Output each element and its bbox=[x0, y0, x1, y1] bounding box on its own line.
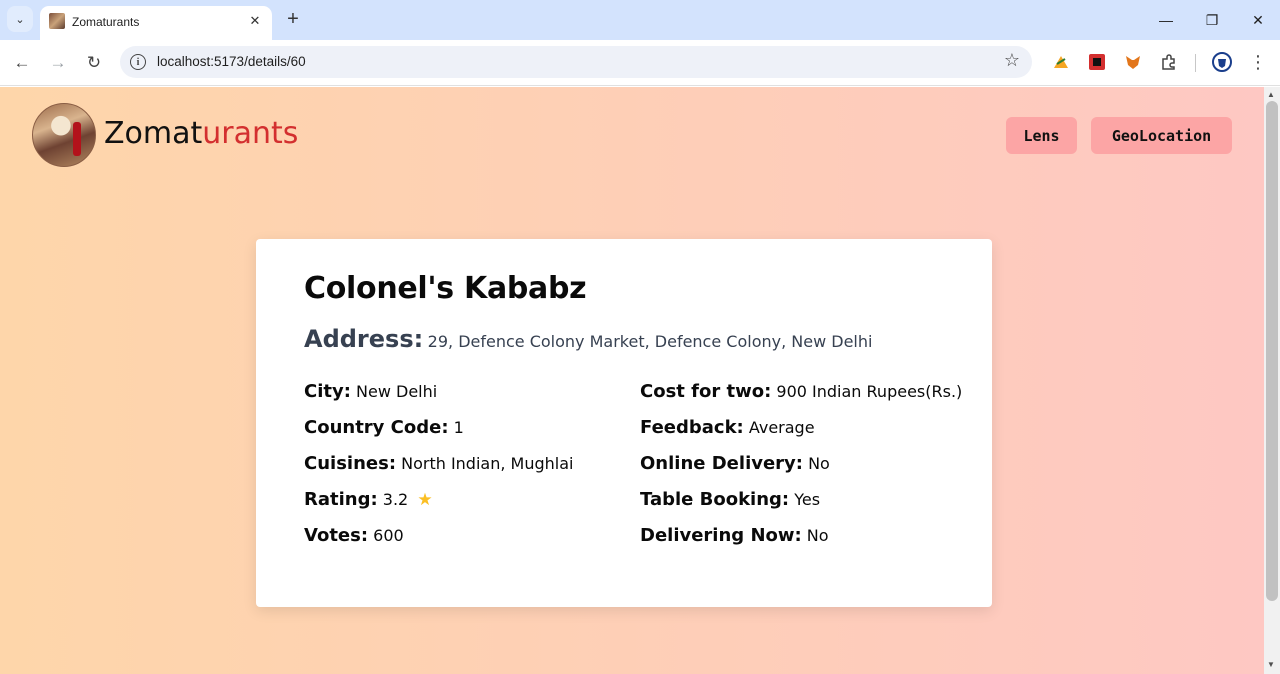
field-label: Country Code: bbox=[304, 417, 449, 438]
brand-main: Zomat bbox=[104, 116, 203, 151]
extensions-puzzle-icon[interactable] bbox=[1159, 52, 1179, 72]
chevron-down-icon: ⌄ bbox=[15, 13, 25, 26]
field-label: Delivering Now: bbox=[640, 525, 802, 546]
nav-lens-button[interactable]: Lens bbox=[1006, 117, 1077, 154]
extension-icon-2[interactable] bbox=[1087, 52, 1107, 72]
address-label: Address: bbox=[304, 325, 424, 353]
minimize-icon: — bbox=[1159, 12, 1173, 28]
votes-field: Votes: 600 bbox=[304, 525, 404, 546]
field-value: Yes bbox=[794, 490, 821, 509]
close-icon: ✕ bbox=[1252, 11, 1264, 28]
field-label: Cost for two: bbox=[640, 381, 772, 402]
brand-accent: urants bbox=[202, 116, 299, 151]
minimize-button[interactable]: — bbox=[1154, 8, 1178, 32]
scrollbar-thumb[interactable] bbox=[1266, 101, 1278, 601]
toolbar-separator bbox=[1195, 54, 1196, 72]
rating-field: Rating: 3.2 ★ bbox=[304, 489, 433, 510]
favicon-icon bbox=[49, 13, 65, 29]
scroll-down-icon[interactable]: ▼ bbox=[1267, 660, 1275, 669]
restore-icon: ❐ bbox=[1205, 11, 1219, 28]
browser-tab-active[interactable]: Zomaturants ✕ bbox=[40, 6, 272, 40]
extension-icon-1[interactable] bbox=[1051, 52, 1071, 72]
delivering-now-field: Delivering Now: No bbox=[640, 525, 829, 546]
field-label: City: bbox=[304, 381, 351, 402]
arrow-left-icon: ← bbox=[13, 53, 31, 72]
star-icon: ★ bbox=[417, 490, 433, 510]
field-label: Table Booking: bbox=[640, 489, 790, 510]
address-bar[interactable]: i localhost:5173/details/60 ☆ bbox=[120, 46, 1032, 78]
browser-tabstrip: ⌄ Zomaturants ✕ + — ❐ ✕ bbox=[0, 0, 1280, 40]
scroll-up-icon[interactable]: ▲ bbox=[1267, 90, 1275, 99]
tab-title: Zomaturants bbox=[72, 15, 140, 29]
field-label: Online Delivery: bbox=[640, 453, 803, 474]
brand-title[interactable]: Zomaturants bbox=[104, 116, 298, 151]
close-window-button[interactable]: ✕ bbox=[1246, 8, 1270, 32]
plus-icon: + bbox=[287, 7, 299, 30]
brand-logo[interactable] bbox=[32, 103, 96, 167]
city-field: City: New Delhi bbox=[304, 381, 437, 402]
feedback-field: Feedback: Average bbox=[640, 417, 815, 438]
field-value: 1 bbox=[453, 418, 464, 437]
reload-icon: ↻ bbox=[86, 53, 102, 72]
logo-figure bbox=[73, 122, 81, 156]
field-value: No bbox=[806, 526, 829, 545]
nav-geolocation-button[interactable]: GeoLocation bbox=[1091, 117, 1232, 154]
url-text[interactable]: localhost:5173/details/60 bbox=[157, 54, 306, 69]
new-tab-button[interactable]: + bbox=[282, 8, 304, 30]
field-value: 600 bbox=[373, 526, 404, 545]
field-label: Votes: bbox=[304, 525, 369, 546]
close-icon: ✕ bbox=[249, 13, 261, 28]
restaurant-details-card: Colonel's Kababz Address: 29, Defence Co… bbox=[256, 239, 992, 607]
restaurant-name: Colonel's Kababz bbox=[304, 271, 587, 306]
field-value: New Delhi bbox=[356, 382, 438, 401]
cuisines-field: Cuisines: North Indian, Mughlai bbox=[304, 453, 573, 474]
table-booking-field: Table Booking: Yes bbox=[640, 489, 820, 510]
address-row: Address: 29, Defence Colony Market, Defe… bbox=[304, 325, 872, 353]
online-delivery-field: Online Delivery: No bbox=[640, 453, 830, 474]
country-code-field: Country Code: 1 bbox=[304, 417, 464, 438]
kebab-menu-icon[interactable]: ⋮ bbox=[1248, 52, 1268, 72]
reload-button[interactable]: ↻ bbox=[81, 50, 107, 76]
metamask-fox-icon[interactable] bbox=[1123, 52, 1143, 72]
browser-toolbar: ← → ↻ i localhost:5173/details/60 ☆ ⋮ bbox=[0, 40, 1280, 86]
page-scrollbar[interactable]: ▲ ▼ bbox=[1264, 87, 1280, 674]
arrow-right-icon: → bbox=[49, 53, 67, 72]
field-value: Average bbox=[748, 418, 815, 437]
close-tab-button[interactable]: ✕ bbox=[246, 12, 264, 30]
restore-button[interactable]: ❐ bbox=[1200, 8, 1224, 32]
field-value: 900 Indian Rupees(Rs.) bbox=[776, 382, 963, 401]
field-value: North Indian, Mughlai bbox=[401, 454, 574, 473]
page-viewport: Zomaturants Lens GeoLocation Colonel's K… bbox=[0, 87, 1264, 674]
forward-button[interactable]: → bbox=[45, 50, 71, 76]
tab-search-button[interactable]: ⌄ bbox=[7, 6, 33, 32]
bookmark-star-icon[interactable]: ☆ bbox=[1004, 50, 1020, 71]
profile-avatar[interactable] bbox=[1212, 52, 1232, 72]
cost-for-two-field: Cost for two: 900 Indian Rupees(Rs.) bbox=[640, 381, 962, 402]
field-label: Feedback: bbox=[640, 417, 744, 438]
field-value: 3.2 bbox=[382, 490, 409, 509]
info-icon[interactable]: i bbox=[130, 54, 146, 70]
field-label: Cuisines: bbox=[304, 453, 397, 474]
back-button[interactable]: ← bbox=[9, 50, 35, 76]
field-label: Rating: bbox=[304, 489, 378, 510]
address-value: 29, Defence Colony Market, Defence Colon… bbox=[427, 332, 873, 351]
field-value: No bbox=[808, 454, 830, 473]
